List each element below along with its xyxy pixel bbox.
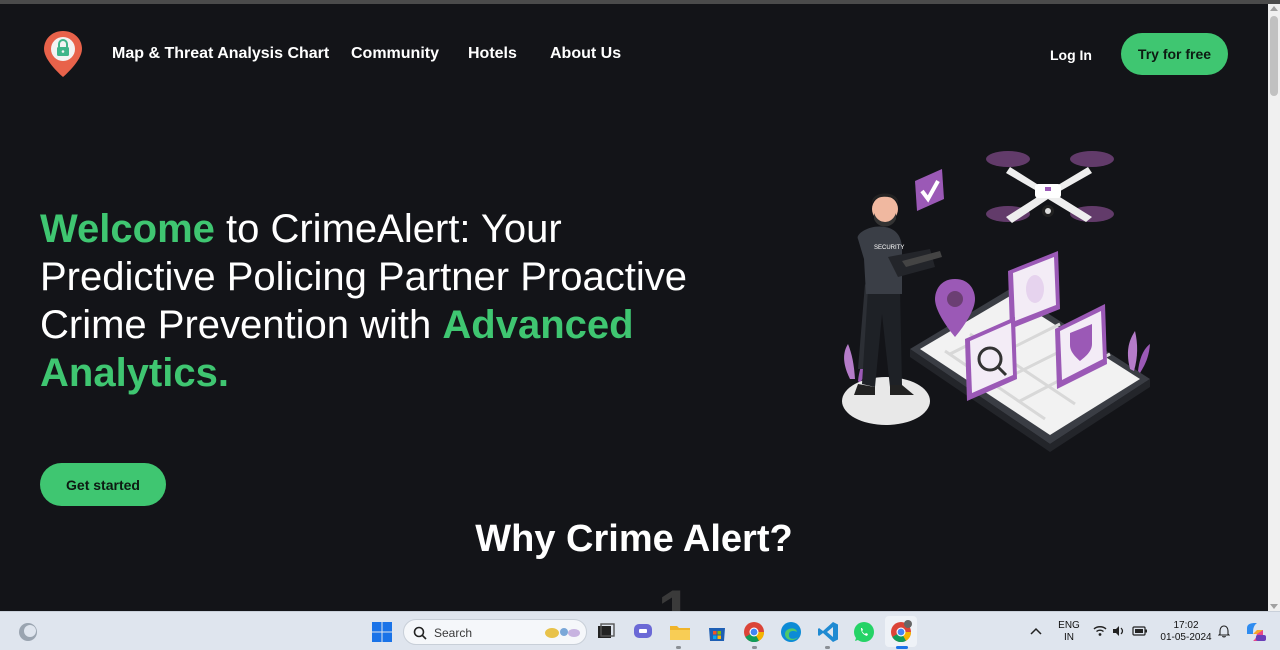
search-icon	[413, 626, 427, 640]
check-badge-icon	[915, 169, 944, 211]
clock-time: 17:02	[1173, 620, 1199, 631]
clock[interactable]: 17:02 01-05-2024	[1156, 620, 1216, 644]
microsoft-store-icon[interactable]	[705, 620, 729, 644]
security-badge-text: SECURITY	[874, 245, 904, 251]
notification-bell-icon[interactable]	[1218, 625, 1230, 638]
chevron-up-icon[interactable]	[1030, 626, 1042, 636]
file-explorer-icon[interactable]	[668, 620, 692, 644]
login-link[interactable]: Log In	[1050, 47, 1092, 63]
drone-icon	[986, 151, 1114, 223]
volume-icon[interactable]	[1112, 625, 1126, 637]
clock-date: 01-05-2024	[1160, 632, 1212, 643]
nav-map-threat-analysis[interactable]: Map & Threat Analysis Chart	[112, 45, 329, 63]
windows-start-icon[interactable]	[370, 620, 394, 644]
why-crime-alert-heading: Why Crime Alert?	[475, 518, 793, 560]
feature-number-partial: 1	[658, 582, 708, 611]
language-region: IN	[1064, 632, 1074, 643]
nav-community[interactable]: Community	[351, 45, 439, 63]
language-indicator[interactable]: ENG IN	[1056, 620, 1082, 644]
search-highlight-icon	[545, 628, 580, 638]
chrome-icon[interactable]	[742, 620, 766, 644]
edge-icon[interactable]	[779, 620, 803, 644]
active-app-indicator	[896, 646, 908, 649]
hero-headline: Welcome to CrimeAlert: Your Predictive P…	[40, 205, 720, 397]
search-placeholder: Search	[434, 626, 473, 640]
try-for-free-button[interactable]: Try for free	[1121, 33, 1228, 75]
running-app-indicator	[752, 646, 757, 649]
language-code: ENG	[1058, 620, 1080, 631]
scrollbar-thumb[interactable]	[1270, 16, 1278, 96]
get-started-button[interactable]: Get started	[40, 463, 166, 506]
vscode-icon[interactable]	[816, 620, 840, 644]
scroll-down-arrow-icon[interactable]	[1270, 604, 1278, 609]
chrome-active-icon[interactable]	[889, 620, 913, 644]
security-analytics-illustration: SECURITY	[842, 151, 1150, 452]
scroll-up-arrow-icon[interactable]	[1270, 6, 1278, 11]
copilot-icon[interactable]	[1243, 620, 1267, 644]
running-app-indicator	[825, 646, 830, 649]
taskbar-search-input[interactable]: Search	[403, 619, 587, 645]
battery-icon[interactable]	[1132, 626, 1148, 636]
page-scrollbar[interactable]	[1268, 4, 1280, 611]
hero-welcome-highlight: Welcome	[40, 207, 215, 251]
wifi-icon[interactable]	[1093, 625, 1107, 637]
whatsapp-icon[interactable]	[852, 620, 876, 644]
crimealert-logo-icon[interactable]	[43, 30, 83, 78]
nav-hotels[interactable]: Hotels	[468, 45, 517, 63]
task-view-icon[interactable]	[594, 620, 618, 644]
security-officer-figure: SECURITY	[842, 193, 942, 425]
web-page: Map & Threat Analysis Chart Community Ho…	[0, 4, 1268, 611]
nav-about-us[interactable]: About Us	[550, 45, 621, 63]
teams-chat-icon[interactable]	[631, 620, 655, 644]
running-app-indicator	[676, 646, 681, 649]
windows-taskbar: Search ENG IN 17:02 01-05-2024	[0, 611, 1280, 650]
weather-widget-icon[interactable]	[16, 620, 40, 644]
